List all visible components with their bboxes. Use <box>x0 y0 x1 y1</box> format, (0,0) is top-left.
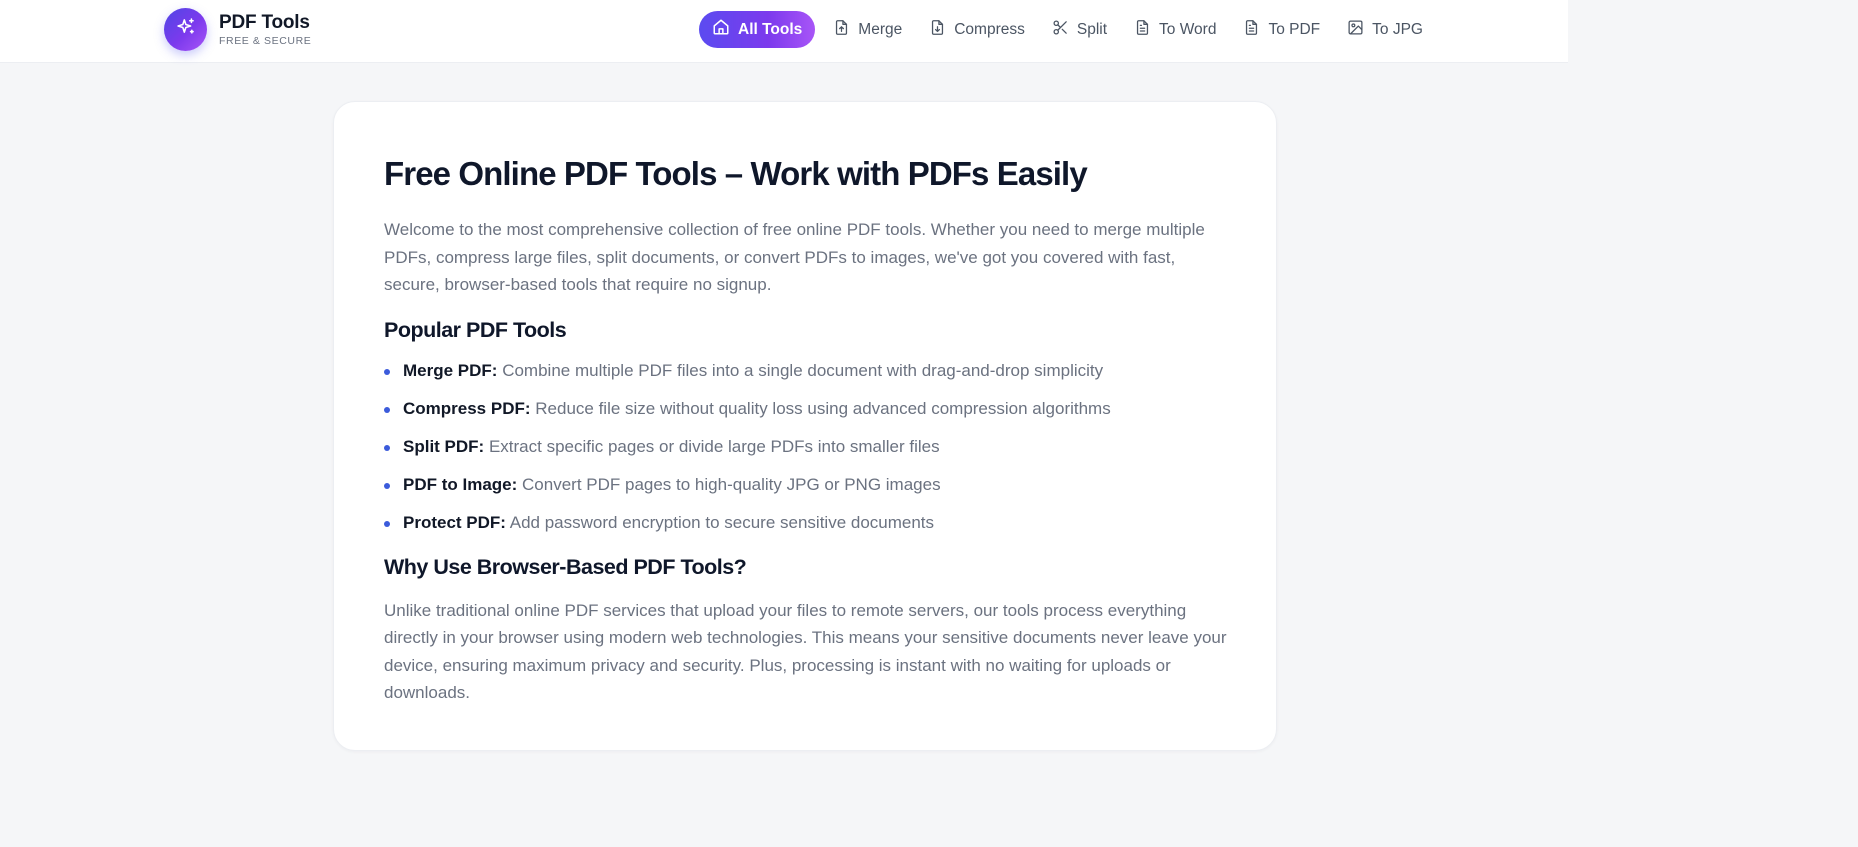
nav-item-label: To Word <box>1159 20 1217 38</box>
file-download-icon <box>929 19 954 41</box>
tool-name: Merge PDF: <box>403 360 498 380</box>
nav-item-label: Compress <box>954 20 1025 38</box>
scissors-icon <box>1052 19 1077 41</box>
brand[interactable]: PDF Tools FREE & SECURE <box>164 8 311 51</box>
home-icon <box>712 18 738 41</box>
nav-item-split[interactable]: Split <box>1039 11 1121 48</box>
intro-paragraph: Welcome to the most comprehensive collec… <box>384 220 1205 294</box>
sparkles-icon <box>176 17 196 42</box>
tool-description: Reduce file size without quality loss us… <box>530 398 1111 418</box>
list-item: Protect PDF: Add password encryption to … <box>384 512 1234 534</box>
tool-description: Extract specific pages or divide large P… <box>484 436 940 456</box>
content-card: Free Online PDF Tools – Work with PDFs E… <box>333 101 1277 751</box>
nav-item-label: Split <box>1076 20 1108 38</box>
nav-item-merge[interactable]: Merge <box>820 11 916 48</box>
why-paragraph: Unlike traditional online PDF services t… <box>384 600 1227 703</box>
tool-name: Protect PDF: <box>403 512 506 532</box>
article: Free Online PDF Tools – Work with PDFs E… <box>384 154 1234 707</box>
nav-item-label: To JPG <box>1372 20 1423 38</box>
logo-badge[interactable] <box>164 8 207 51</box>
tools-list: Merge PDF: Combine multiple PDF files in… <box>384 360 1234 534</box>
list-item: Compress PDF: Reduce file size without q… <box>384 398 1234 420</box>
brand-tagline: FREE & SECURE <box>219 34 312 47</box>
nav-item-compress[interactable]: Compress <box>916 11 1039 48</box>
nav-item-to-word[interactable]: To Word <box>1121 11 1230 48</box>
nav-item-label: All Tools <box>738 20 803 38</box>
nav-item-to-pdf[interactable]: To PDF <box>1230 11 1334 48</box>
file-text-icon <box>1243 19 1268 41</box>
brand-name: PDF Tools <box>219 11 310 33</box>
tool-name: Compress PDF: <box>403 398 531 418</box>
tool-name: Split PDF: <box>403 436 485 456</box>
image-icon <box>1347 19 1372 41</box>
page-title: Free Online PDF Tools – Work with PDFs E… <box>384 155 1088 192</box>
list-item: Split PDF: Extract specific pages or div… <box>384 436 1234 458</box>
tool-description: Convert PDF pages to high-quality JPG or… <box>517 474 941 494</box>
file-text-icon <box>1134 19 1159 41</box>
why-heading: Why Use Browser-Based PDF Tools? <box>384 554 747 579</box>
tool-name: PDF to Image: <box>403 474 518 494</box>
main-nav: All Tools Merge Compress Split To Word T… <box>699 11 1437 48</box>
file-plus-icon <box>833 19 858 41</box>
nav-item-to-jpg[interactable]: To JPG <box>1334 11 1437 48</box>
nav-item-label: Merge <box>858 20 903 38</box>
tool-description: Combine multiple PDF files into a single… <box>497 360 1104 380</box>
list-item: PDF to Image: Convert PDF pages to high-… <box>384 474 1234 496</box>
popular-tools-heading: Popular PDF Tools <box>384 317 567 342</box>
top-navbar: PDF Tools FREE & SECURE All Tools Merge … <box>0 0 1568 63</box>
nav-item-all-tools[interactable]: All Tools <box>699 11 816 48</box>
tool-description: Add password encryption to secure sensit… <box>505 512 935 532</box>
nav-item-label: To PDF <box>1268 20 1321 38</box>
list-item: Merge PDF: Combine multiple PDF files in… <box>384 360 1234 382</box>
